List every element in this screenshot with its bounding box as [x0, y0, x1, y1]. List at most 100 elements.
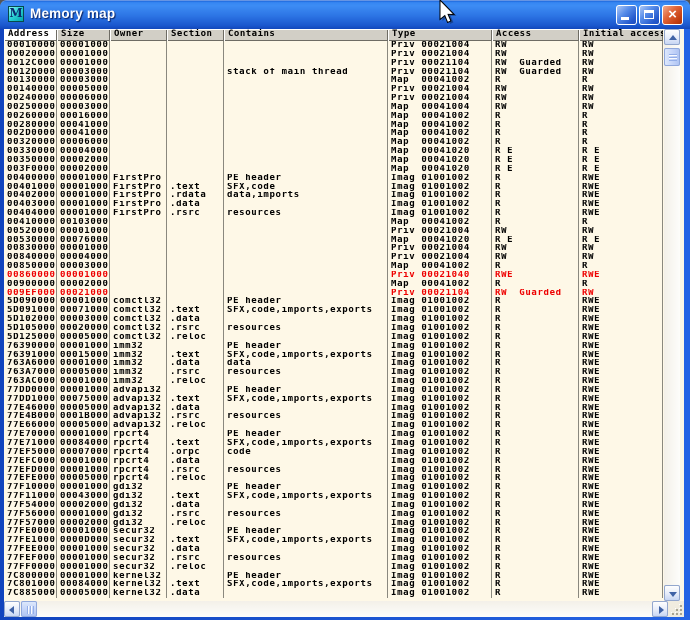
- table-row[interactable]: 77E4B0000001B000advapi32.rsrcresourcesIm…: [4, 412, 663, 421]
- cell-owner: rpcrt4: [110, 439, 167, 448]
- cell-owner: imm32: [110, 342, 167, 351]
- table-row[interactable]: 002D000000041000Map 00041002RR: [4, 129, 663, 138]
- table-row[interactable]: 0013000000003000Map 00041002RR: [4, 76, 663, 85]
- table-row[interactable]: 0084000000004000Priv 00021004RWRW: [4, 253, 663, 262]
- table-row[interactable]: 77F5600000001000gdi32.rsrcresourcesImag …: [4, 510, 663, 519]
- table-row[interactable]: 77E7100000084000rpcrt4.textSFX,code,impo…: [4, 439, 663, 448]
- cell-access: R: [492, 439, 579, 448]
- table-row[interactable]: 77F1100000043000gdi32.textSFX,code,impor…: [4, 492, 663, 501]
- table-row[interactable]: 7639000000001000imm32PE headerImag 01001…: [4, 342, 663, 351]
- table-row[interactable]: 7C88500000005000kernel32.dataImag 010010…: [4, 589, 663, 598]
- column-header-contains[interactable]: Contains: [224, 29, 388, 41]
- vertical-scrollbar[interactable]: [664, 29, 680, 601]
- cell-size: 0000D000: [57, 536, 110, 545]
- horizontal-scrollbar[interactable]: [4, 601, 668, 617]
- cell-address: 763A7000: [4, 368, 57, 377]
- table-row[interactable]: 0012C00000001000Priv 00021104RW GuardedR…: [4, 59, 663, 68]
- table-row[interactable]: 0090000000002000Map 00041002RR: [4, 280, 663, 289]
- table-row[interactable]: 77DD100000075000advapi32.textSFX,code,im…: [4, 395, 663, 404]
- column-header-owner[interactable]: Owner: [110, 29, 167, 41]
- column-header-type[interactable]: Type: [388, 29, 492, 41]
- table-row[interactable]: 7C80000000001000kernel32PE headerImag 01…: [4, 572, 663, 581]
- table-row[interactable]: 77EFE00000005000rpcrt4.relocImag 0100100…: [4, 474, 663, 483]
- table-row[interactable]: 0035000000002000Map 00041020R ER E: [4, 156, 663, 165]
- cell-owner: comctl32: [110, 315, 167, 324]
- table-row[interactable]: 77FE000000001000secur32PE headerImag 010…: [4, 527, 663, 536]
- horizontal-scrollbar-thumb[interactable]: [21, 601, 37, 617]
- table-row[interactable]: 0033000000004000Map 00041020R ER E: [4, 147, 663, 156]
- table-row[interactable]: 77E4600000005000advapi32.dataImag 010010…: [4, 404, 663, 413]
- vertical-scrollbar-thumb[interactable]: [664, 48, 680, 66]
- table-row[interactable]: 0040300000001000FirstPro.dataImag 010010…: [4, 200, 663, 209]
- table-row[interactable]: 77E6600000005000advapi32.relocImag 01001…: [4, 421, 663, 430]
- cell-size: 00001000: [57, 342, 110, 351]
- table-row[interactable]: 77DD000000001000advapi32PE headerImag 01…: [4, 386, 663, 395]
- table-row[interactable]: 5D10500000020000comctl32.rsrcresourcesIm…: [4, 324, 663, 333]
- table-row[interactable]: 0026000000016000Map 00041002RR: [4, 112, 663, 121]
- column-header-access[interactable]: Access: [492, 29, 579, 41]
- column-header-size[interactable]: Size: [57, 29, 110, 41]
- table-row[interactable]: 77FF000000001000secur32.relocImag 010010…: [4, 563, 663, 572]
- table-row[interactable]: 0025000000003000Map 00041004RWRW: [4, 103, 663, 112]
- table-row[interactable]: 77F5700000002000gdi32.relocImag 01001002…: [4, 519, 663, 528]
- cell-size: 00004000: [57, 253, 110, 262]
- table-row[interactable]: 0086000000001000Priv 00021040RWERWE: [4, 271, 663, 280]
- cell-contains: PE header: [224, 297, 388, 306]
- table-row[interactable]: 0052000000001000Priv 00021004RWRW: [4, 227, 663, 236]
- table-row[interactable]: 77F5400000002000gdi32.dataImag 01001002R…: [4, 501, 663, 510]
- table-row[interactable]: 7C80100000084000kernel32.textSFX,code,im…: [4, 580, 663, 589]
- table-row[interactable]: 77FEF00000001000secur32.rsrcresourcesIma…: [4, 554, 663, 563]
- table-row[interactable]: 0040200000001000FirstPro.rdatadata,impor…: [4, 191, 663, 200]
- table-row[interactable]: 003F000000002000Map 00041020R ER E: [4, 165, 663, 174]
- cell-type: Imag 01001002: [388, 200, 492, 209]
- scroll-up-button[interactable]: [664, 29, 680, 45]
- column-header-address[interactable]: Address: [4, 29, 57, 41]
- cell-owner: comctl32: [110, 297, 167, 306]
- table-row[interactable]: 0024000000006000Priv 00021004RWRW: [4, 94, 663, 103]
- table-row[interactable]: 0085000000003000Map 00041002RR: [4, 262, 663, 271]
- cell-type: Imag 01001002: [388, 209, 492, 218]
- maximize-button[interactable]: [639, 5, 660, 25]
- scroll-down-button[interactable]: [664, 585, 680, 601]
- table-rows: 0001000000001000Priv 00021004RWRW0002000…: [4, 41, 663, 601]
- table-row[interactable]: 77FEE00000001000secur32.dataImag 0100100…: [4, 545, 663, 554]
- table-row[interactable]: 5D09000000001000comctl32PE headerImag 01…: [4, 297, 663, 306]
- table-row[interactable]: 0032000000006000Map 00041002RR: [4, 138, 663, 147]
- cell-initial-access: R: [579, 280, 663, 289]
- scroll-right-button[interactable]: [652, 601, 668, 617]
- table-row[interactable]: 0014000000005000Priv 00021004RWRW: [4, 85, 663, 94]
- table-row[interactable]: 0012D00000003000stack of main threadPriv…: [4, 68, 663, 77]
- table-row[interactable]: 763A700000005000imm32.rsrcresourcesImag …: [4, 368, 663, 377]
- table-row[interactable]: 0041000000103000Map 00041002RR: [4, 218, 663, 227]
- table-row[interactable]: 763A600000001000imm32.datadataImag 01001…: [4, 359, 663, 368]
- table-row[interactable]: 5D09100000071000comctl32.textSFX,code,im…: [4, 306, 663, 315]
- table-row[interactable]: 77FE10000000D000secur32.textSFX,code,imp…: [4, 536, 663, 545]
- table-row[interactable]: 0028000000041000Map 00041002RR: [4, 121, 663, 130]
- table-row[interactable]: 0001000000001000Priv 00021004RWRW: [4, 41, 663, 50]
- table-row[interactable]: 0083000000001000Priv 00021004RWRW: [4, 244, 663, 253]
- table-row[interactable]: 0040000000001000FirstProPE headerImag 01…: [4, 174, 663, 183]
- cell-initial-access: RWE: [579, 395, 663, 404]
- minimize-button[interactable]: [616, 5, 637, 25]
- cell-size: 00002000: [57, 165, 110, 174]
- table-row[interactable]: 77EFC00000001000rpcrt4.dataImag 01001002…: [4, 457, 663, 466]
- close-button[interactable]: ×: [662, 5, 683, 25]
- column-header-section[interactable]: Section: [167, 29, 224, 41]
- table-row[interactable]: 77EFD00000001000rpcrt4.rsrcresourcesImag…: [4, 466, 663, 475]
- scroll-left-button[interactable]: [4, 601, 20, 617]
- table-row[interactable]: 77EF500000007000rpcrt4.orpccodeImag 0100…: [4, 448, 663, 457]
- table-row[interactable]: 0040100000001000FirstPro.textSFX,codeIma…: [4, 183, 663, 192]
- titlebar[interactable]: M Memory map ×: [0, 0, 690, 29]
- table-row[interactable]: 5D10200000003000comctl32.dataImag 010010…: [4, 315, 663, 324]
- table-row[interactable]: 763AC00000001000imm32.relocImag 01001002…: [4, 377, 663, 386]
- table-row[interactable]: 0053000000076000Map 00041020R ER E: [4, 236, 663, 245]
- table-row[interactable]: 009EF00000021000Priv 00021104RW GuardedR…: [4, 289, 663, 298]
- table-row[interactable]: 7639100000015000imm32.textSFX,code,impor…: [4, 351, 663, 360]
- table-row[interactable]: 77E7000000001000rpcrt4PE headerImag 0100…: [4, 430, 663, 439]
- table-row[interactable]: 0040400000001000FirstPro.rsrcresourcesIm…: [4, 209, 663, 218]
- column-header-initial-access[interactable]: Initial access: [579, 29, 663, 41]
- resize-grip[interactable]: [668, 601, 684, 617]
- table-row[interactable]: 0002000000001000Priv 00021004RWRW: [4, 50, 663, 59]
- table-row[interactable]: 5D12500000005000comctl32.relocImag 01001…: [4, 333, 663, 342]
- table-row[interactable]: 77F1000000001000gdi32PE headerImag 01001…: [4, 483, 663, 492]
